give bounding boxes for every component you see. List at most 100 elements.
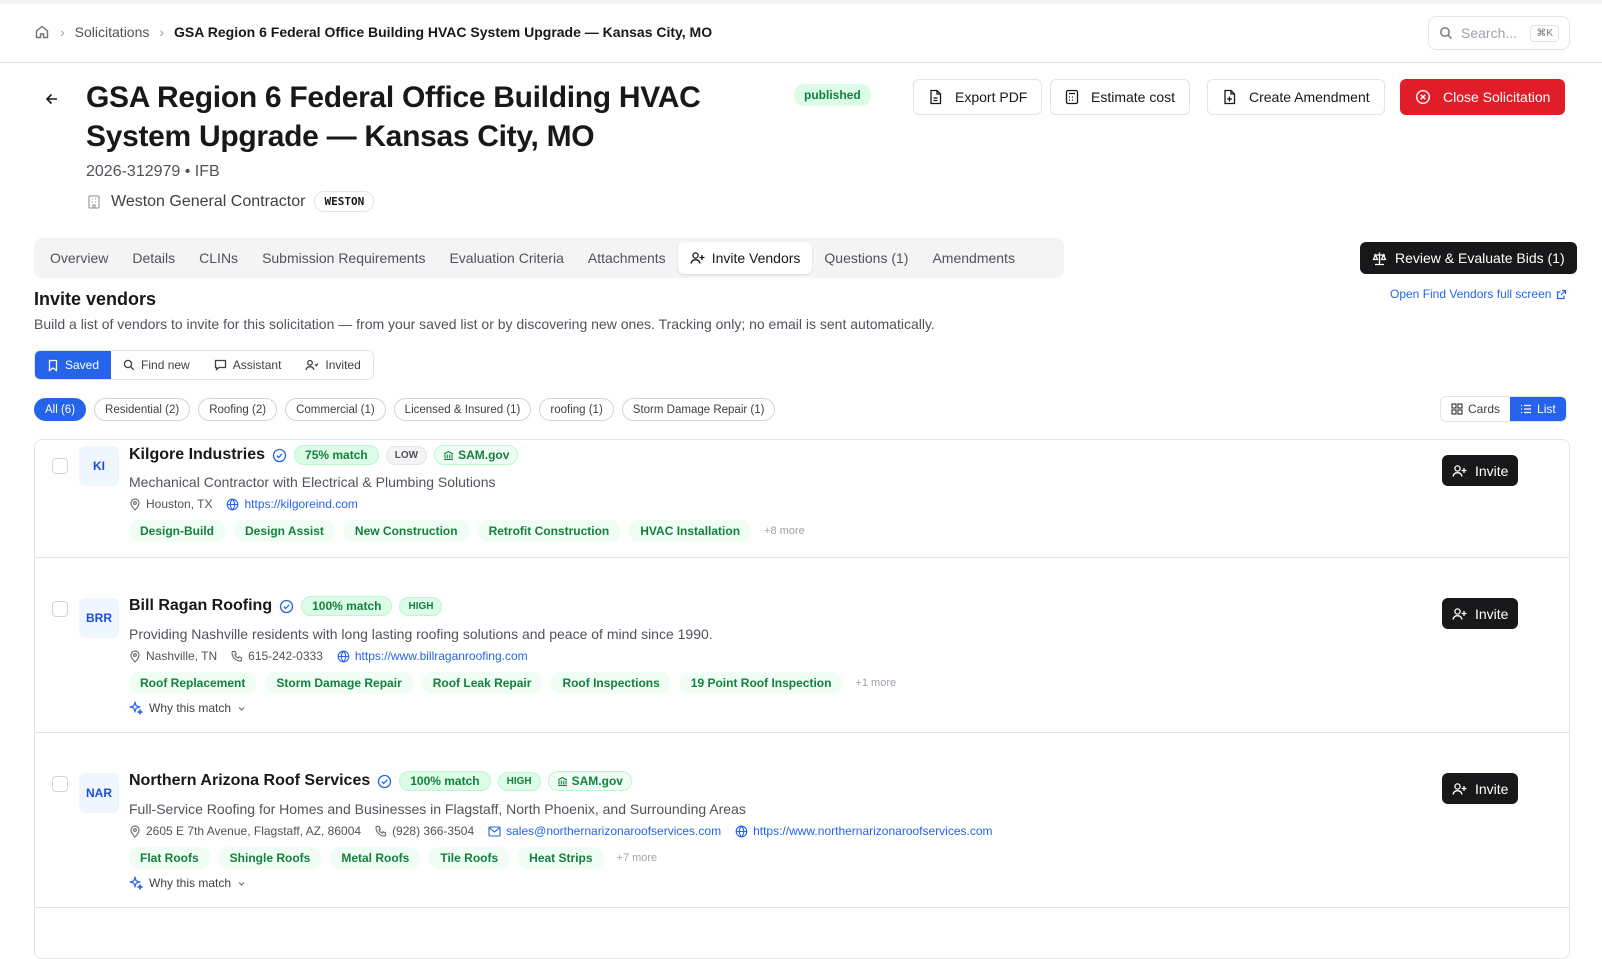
filter-chip-roofing-lower[interactable]: roofing (1) <box>539 398 614 421</box>
vendor-name[interactable]: Bill Ragan Roofing <box>129 597 272 615</box>
tab-invite-vendors[interactable]: Invite Vendors <box>677 242 813 274</box>
vendor-avatar: BRR <box>79 598 119 638</box>
vendor-email[interactable]: sales@northernarizonaroofservices.com <box>488 824 721 838</box>
create-amendment-button[interactable]: Create Amendment <box>1207 79 1385 115</box>
filter-chip-licensed-insured[interactable]: Licensed & Insured (1) <box>393 398 532 421</box>
more-tags[interactable]: +1 more <box>855 677 896 689</box>
search-input[interactable]: Search... ⌘K <box>1428 16 1570 50</box>
map-pin-icon <box>129 824 141 838</box>
sam-label: SAM.gov <box>571 774 623 788</box>
vendor-checkbox[interactable] <box>52 458 68 474</box>
vendor-website[interactable]: https://www.billraganroofing.com <box>337 649 528 663</box>
vendor-tag: Roof Inspections <box>551 672 671 694</box>
user-plus-icon <box>1452 782 1467 796</box>
home-icon[interactable] <box>34 24 50 40</box>
mode-label: Invited <box>325 358 361 372</box>
filter-chip-storm-damage-repair[interactable]: Storm Damage Repair (1) <box>621 398 776 421</box>
match-badge: 75% match <box>294 445 379 465</box>
tab-submission-requirements[interactable]: Submission Requirements <box>250 242 437 274</box>
user-plus-icon <box>1452 464 1467 478</box>
more-tags[interactable]: +8 more <box>764 525 805 537</box>
chevron-right-icon: › <box>60 24 65 40</box>
globe-icon <box>226 498 239 511</box>
vendor-name[interactable]: Northern Arizona Roof Services <box>129 772 370 790</box>
vendor-website[interactable]: https://kilgoreind.com <box>226 497 358 511</box>
sparkles-icon <box>129 876 143 890</box>
mode-saved[interactable]: Saved <box>35 351 112 379</box>
export-pdf-button[interactable]: Export PDF <box>913 79 1043 115</box>
vendor-name[interactable]: Kilgore Industries <box>129 446 265 464</box>
tab-label: Questions (1) <box>824 250 909 266</box>
view-list-button[interactable]: List <box>1510 397 1566 421</box>
mode-label: Saved <box>65 358 100 372</box>
tab-label: Amendments <box>932 250 1015 266</box>
chat-icon <box>214 359 227 371</box>
vendor-meta: Nashville, TN 615-242-0333 https://www.b… <box>129 649 528 663</box>
open-find-vendors-link[interactable]: Open Find Vendors full screen <box>1390 287 1567 301</box>
vendor-meta: 2605 E 7th Avenue, Flagstaff, AZ, 86004 … <box>129 824 993 838</box>
vendor-checkbox[interactable] <box>52 601 68 617</box>
website-text: https://www.northernarizonaroofservices.… <box>753 824 993 838</box>
match-badge: 100% match <box>301 596 393 616</box>
vendor-website[interactable]: https://www.northernarizonaroofservices.… <box>735 824 993 838</box>
invite-label: Invite <box>1475 605 1509 622</box>
filter-chip-all[interactable]: All (6) <box>34 398 87 421</box>
tab-label: Overview <box>50 250 109 266</box>
verified-icon <box>377 774 392 789</box>
vendor-location: Nashville, TN <box>129 649 217 663</box>
more-tags[interactable]: +7 more <box>617 852 658 864</box>
vendor-avatar: NAR <box>79 773 119 813</box>
government-building-icon <box>443 450 454 461</box>
vendor-description: Mechanical Contractor with Electrical & … <box>129 474 496 490</box>
review-evaluate-bids-button[interactable]: Review & Evaluate Bids (1) <box>1360 242 1577 274</box>
close-solicitation-label: Close Solicitation <box>1443 89 1551 105</box>
solicitation-number: 2026-312979 • IFB <box>86 163 220 180</box>
breadcrumb-solicitations[interactable]: Solicitations <box>75 24 150 40</box>
tab-bar: Overview Details CLINs Submission Requir… <box>34 238 1064 278</box>
map-pin-icon <box>129 497 141 511</box>
close-solicitation-button[interactable]: Close Solicitation <box>1400 79 1566 115</box>
vendor-checkbox[interactable] <box>52 776 68 792</box>
filter-chip-commercial[interactable]: Commercial (1) <box>285 398 386 421</box>
why-this-match-toggle[interactable]: Why this match <box>129 876 246 890</box>
invite-button[interactable]: Invite <box>1442 455 1519 486</box>
vendor-phone[interactable]: (928) 366-3504 <box>375 824 474 838</box>
tab-clins[interactable]: CLINs <box>187 242 250 274</box>
tab-label: Invite Vendors <box>711 250 801 266</box>
open-find-vendors-label: Open Find Vendors full screen <box>1390 287 1552 301</box>
invite-button[interactable]: Invite <box>1442 773 1519 804</box>
back-arrow-icon[interactable] <box>44 91 60 107</box>
invite-button[interactable]: Invite <box>1442 598 1519 629</box>
vendor-phone[interactable]: 615-242-0333 <box>231 649 323 663</box>
mode-assistant[interactable]: Assistant <box>202 351 294 379</box>
filter-chip-residential[interactable]: Residential (2) <box>94 398 191 421</box>
level-badge: HIGH <box>399 596 443 616</box>
vendor-row: BRR Bill Ragan Roofing 100% match HIGH P… <box>35 558 1569 733</box>
email-text: sales@northernarizonaroofservices.com <box>506 824 722 838</box>
filter-chip-roofing[interactable]: Roofing (2) <box>198 398 278 421</box>
tab-questions[interactable]: Questions (1) <box>812 242 920 274</box>
map-pin-icon <box>129 649 141 663</box>
tab-details[interactable]: Details <box>120 242 187 274</box>
tab-attachments[interactable]: Attachments <box>576 242 678 274</box>
sam-badge: SAM.gov <box>547 771 632 791</box>
level-badge: LOW <box>385 445 428 465</box>
globe-icon <box>735 825 748 838</box>
tab-evaluation-criteria[interactable]: Evaluation Criteria <box>437 242 575 274</box>
grid-icon <box>1451 403 1463 415</box>
vendor-tags: Flat Roofs Shingle Roofs Metal Roofs Til… <box>129 847 657 869</box>
sam-label: SAM.gov <box>458 448 510 462</box>
tab-overview[interactable]: Overview <box>38 242 120 274</box>
chevron-right-icon: › <box>159 24 165 40</box>
tab-label: Evaluation Criteria <box>449 250 564 266</box>
estimate-cost-button[interactable]: Estimate cost <box>1050 79 1191 115</box>
mode-find-new[interactable]: Find new <box>111 351 202 379</box>
vendor-description: Providing Nashville residents with long … <box>129 626 713 642</box>
view-cards-button[interactable]: Cards <box>1441 397 1510 421</box>
why-this-match-toggle[interactable]: Why this match <box>129 701 246 715</box>
tab-amendments[interactable]: Amendments <box>920 242 1026 274</box>
mode-invited[interactable]: Invited <box>293 351 372 379</box>
why-this-match-label: Why this match <box>149 701 232 715</box>
organization-code: WESTON <box>314 191 375 212</box>
source-mode-selector: Saved Find new Assistant Invited <box>34 350 374 380</box>
